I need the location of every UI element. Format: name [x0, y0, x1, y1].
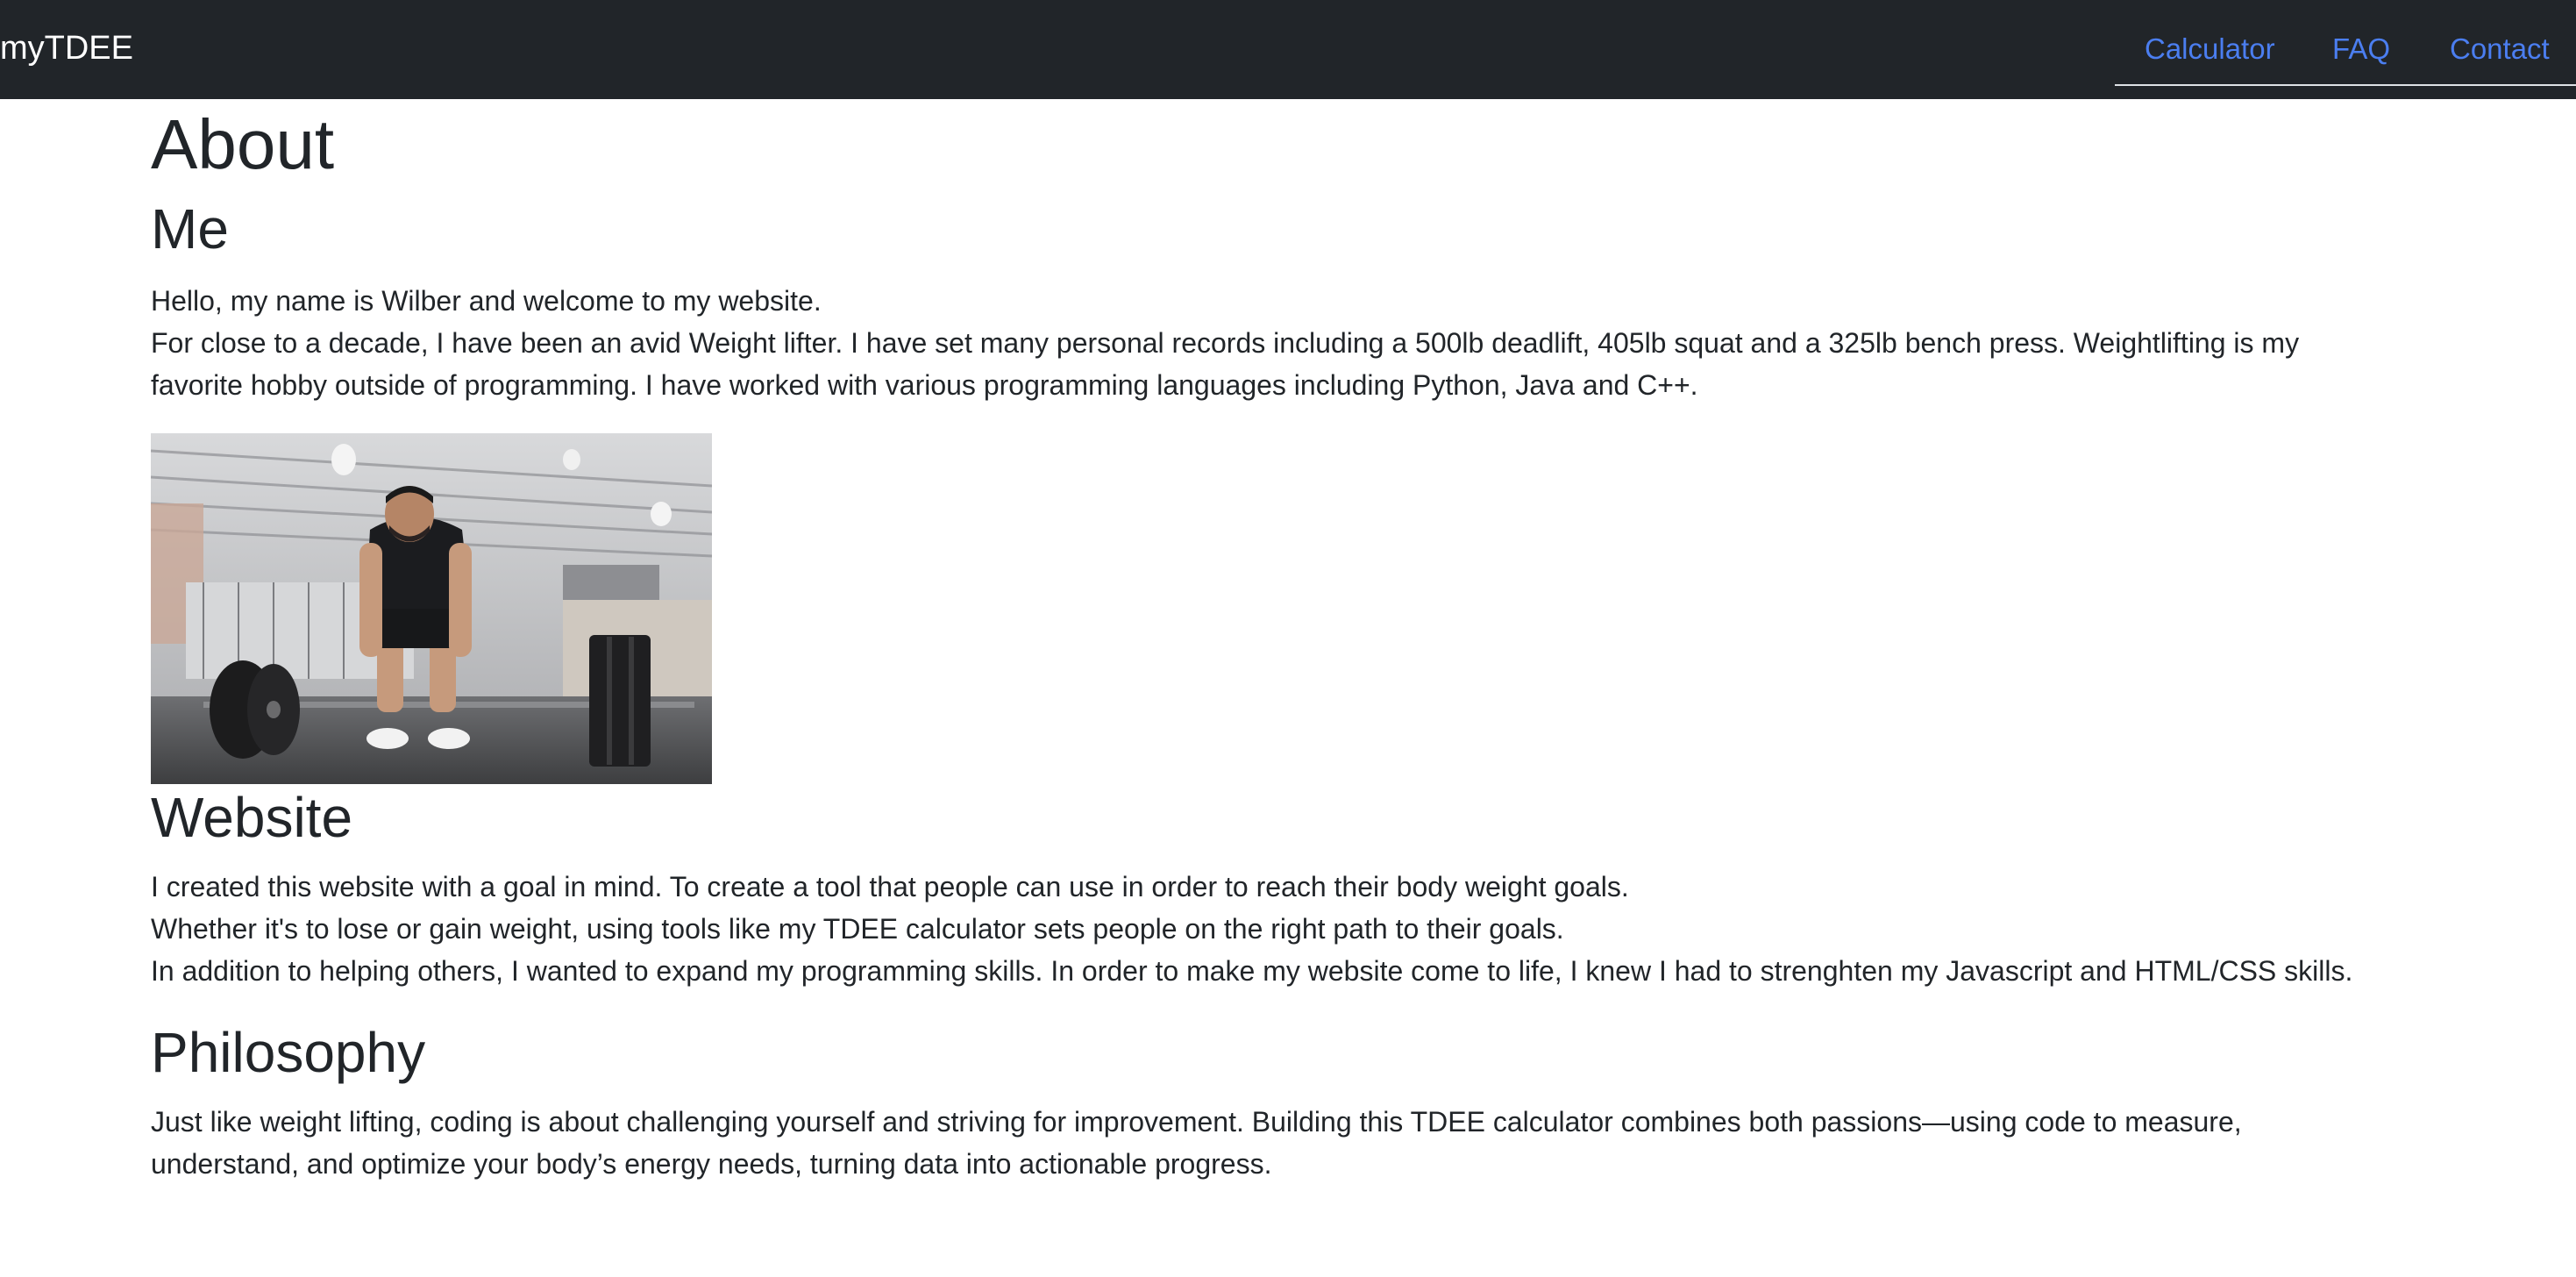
website-line: Whether it's to lose or gain weight, usi… [151, 913, 1564, 945]
me-paragraph: Hello, my name is Wilber and welcome to … [151, 280, 2448, 406]
deadlift-photo-illustration [151, 433, 712, 784]
website-paragraph: I created this website with a goal in mi… [151, 866, 2448, 992]
section-heading-philosophy: Philosophy [151, 1021, 426, 1084]
section-heading-me: Me [151, 197, 229, 260]
nav-link-faq[interactable]: FAQ [2332, 30, 2390, 68]
section-heading-website: Website [151, 786, 353, 849]
nav-links: Calculator FAQ Contact [2115, 0, 2576, 86]
brand-link[interactable]: myTDEE [0, 26, 133, 70]
me-greeting: Hello, my name is Wilber and welcome to … [151, 285, 822, 317]
nav-link-contact[interactable]: Contact [2450, 30, 2550, 68]
philosophy-paragraph: Just like weight lifting, coding is abou… [151, 1101, 2448, 1185]
nav-link-calculator[interactable]: Calculator [2145, 30, 2275, 68]
me-bio-line: For close to a decade, I have been an av… [151, 327, 2300, 359]
navbar: myTDEE Calculator FAQ Contact [0, 0, 2576, 99]
deadlift-photo [151, 433, 712, 784]
me-bio-line: favorite hobby outside of programming. I… [151, 369, 1698, 401]
website-line: I created this website with a goal in mi… [151, 871, 1629, 902]
website-line: In addition to helping others, I wanted … [151, 955, 2353, 987]
philosophy-line: Just like weight lifting, coding is abou… [151, 1106, 2242, 1138]
page-title: About [151, 105, 335, 183]
philosophy-line: understand, and optimize your body’s ene… [151, 1148, 1272, 1180]
